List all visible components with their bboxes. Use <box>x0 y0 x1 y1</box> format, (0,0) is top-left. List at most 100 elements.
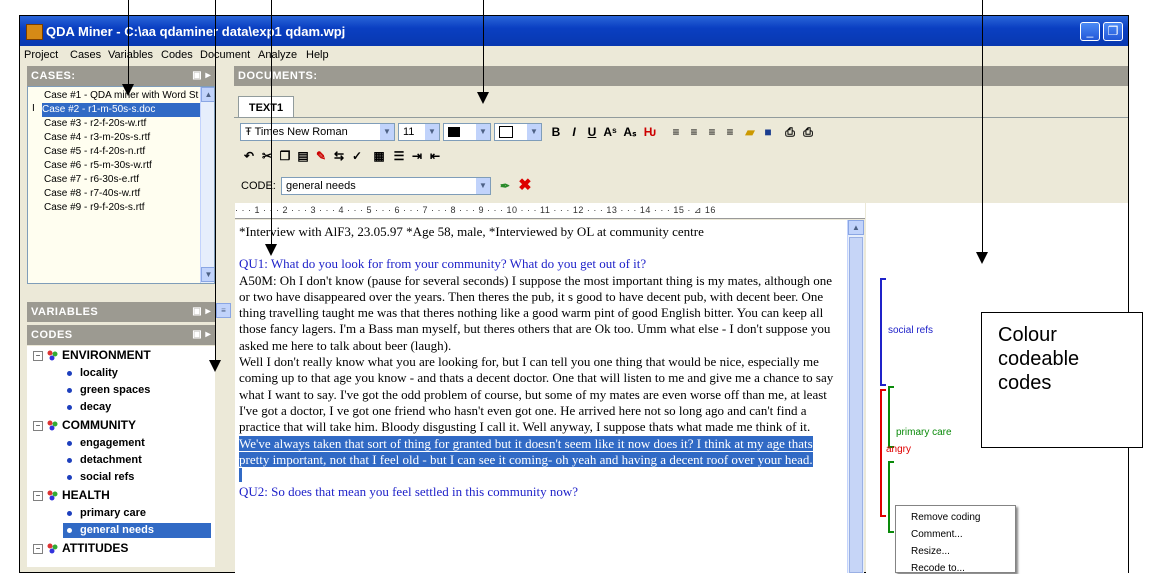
code-category-health[interactable]: − HEALTH <box>33 488 110 503</box>
category-icon <box>47 490 58 501</box>
menu-cases[interactable]: Cases <box>70 49 101 61</box>
italic-icon[interactable]: I <box>566 124 582 140</box>
tab-text1[interactable]: TEXT1 <box>238 96 294 118</box>
case-item[interactable]: Case #4 - r3-m-20s-s.rtf <box>44 131 150 145</box>
case-item[interactable]: Case #5 - r4-f-20s-n.rtf <box>44 145 145 159</box>
document-text[interactable]: *Interview with AlF3, 23.05.97 *Age 58, … <box>235 220 847 573</box>
menu-project[interactable]: Project <box>24 49 58 61</box>
font-name-combo[interactable]: Ŧ Times New Roman ▼ <box>240 123 395 141</box>
print-preview-icon[interactable]: ⎙ <box>800 124 816 140</box>
category-label: COMMUNITY <box>62 418 136 432</box>
align-center-icon[interactable]: ≡ <box>686 124 702 140</box>
align-right-icon[interactable]: ≡ <box>704 124 720 140</box>
table-icon[interactable]: ▦ <box>371 148 387 164</box>
format-painter-icon[interactable]: ✎ <box>313 148 329 164</box>
font-size-combo[interactable]: 11 ▼ <box>398 123 440 141</box>
code-item-primary-care[interactable]: primary care <box>67 506 146 521</box>
strikethrough-icon[interactable]: Ƕ <box>642 124 658 140</box>
font-icon: Ŧ <box>245 126 255 138</box>
back-color-combo[interactable]: ▼ <box>494 123 542 141</box>
case-item[interactable]: Case #7 - r6-30s-e.rtf <box>44 173 139 187</box>
code-item-locality[interactable]: locality <box>67 366 118 381</box>
case-item[interactable]: Case #8 - r7-40s-w.rtf <box>44 187 140 201</box>
menu-remove-coding[interactable]: Remove coding <box>911 512 980 523</box>
copy-icon[interactable]: ❐ <box>277 148 293 164</box>
minimize-button[interactable]: _ <box>1080 22 1100 41</box>
menu-analyze[interactable]: Analyze <box>258 49 297 61</box>
menu-variables[interactable]: Variables <box>108 49 153 61</box>
text-color-combo[interactable]: ▼ <box>443 123 491 141</box>
code-combo[interactable]: general needs ▼ <box>281 177 491 195</box>
remove-code-icon[interactable]: ✖ <box>517 178 533 194</box>
selected-text[interactable]: We've always taken that sort of thing fo… <box>239 435 813 467</box>
align-left-icon[interactable]: ≡ <box>668 124 684 140</box>
document-scrollbar[interactable]: ▲ <box>847 220 864 573</box>
collapse-icon[interactable]: − <box>33 490 43 501</box>
scroll-up-icon[interactable]: ▲ <box>848 220 864 235</box>
bullets-icon[interactable]: ☰ <box>391 148 407 164</box>
outdent-icon[interactable]: ⇤ <box>427 148 443 164</box>
collapse-icon[interactable]: − <box>33 543 43 554</box>
menu-help[interactable]: Help <box>306 49 329 61</box>
code-item-decay[interactable]: decay <box>67 400 111 415</box>
collapse-icon[interactable]: − <box>33 350 43 361</box>
underline-icon[interactable]: U <box>584 124 600 140</box>
scroll-down-icon[interactable]: ▼ <box>201 267 214 282</box>
paste-icon[interactable]: ▤ <box>295 148 311 164</box>
indent-icon[interactable]: ⇥ <box>409 148 425 164</box>
code-item-engagement[interactable]: engagement <box>67 436 145 451</box>
dropdown-arrow-icon[interactable]: ▼ <box>380 124 394 140</box>
scroll-up-icon[interactable]: ▲ <box>201 87 214 102</box>
code-item-general-needs-selected[interactable]: general needs <box>63 523 211 538</box>
menu-recode-to[interactable]: Recode to... <box>911 563 965 574</box>
dropdown-arrow-icon[interactable]: ▼ <box>527 124 541 140</box>
menu-resize[interactable]: Resize... <box>911 546 950 557</box>
case-item[interactable]: Case #3 - r2-f-20s-w.rtf <box>44 117 146 131</box>
replace-icon[interactable]: ⇆ <box>331 148 347 164</box>
cut-icon[interactable]: ✂ <box>259 148 275 164</box>
code-label: primary care <box>80 507 147 519</box>
general-needs-bracket[interactable] <box>888 461 894 533</box>
save-icon[interactable]: ■ <box>760 124 776 140</box>
menu-document[interactable]: Document <box>200 49 250 61</box>
collapse-icon[interactable]: − <box>33 420 43 431</box>
restore-button[interactable]: ❐ <box>1103 22 1123 41</box>
primary-care-bracket[interactable] <box>888 386 894 448</box>
code-category-community[interactable]: − COMMUNITY <box>33 418 136 433</box>
panel-menu-icon[interactable]: ▣ ▸ <box>192 66 211 86</box>
dropdown-arrow-icon[interactable]: ▼ <box>476 178 490 194</box>
menu-bar: Project Cases Variables Codes Document A… <box>20 46 1128 66</box>
subscript-icon[interactable]: Aₛ <box>622 124 638 140</box>
menu-comment[interactable]: Comment... <box>911 529 963 540</box>
code-category-attitudes[interactable]: − ATTITUDES <box>33 541 128 556</box>
code-item-green-spaces[interactable]: green spaces <box>67 383 150 398</box>
splitter-icon[interactable]: ≡ <box>216 303 231 318</box>
bold-icon[interactable]: B <box>548 124 564 140</box>
undo-icon[interactable]: ↶ <box>241 148 257 164</box>
tab-divider <box>234 117 1128 118</box>
code-item-social-refs[interactable]: social refs <box>67 470 134 485</box>
justify-icon[interactable]: ≡ <box>722 124 738 140</box>
codes-tree[interactable]: − ENVIRONMENT locality green spaces decay… <box>27 346 215 567</box>
code-category-environment[interactable]: − ENVIRONMENT <box>33 348 151 363</box>
cases-scrollbar[interactable]: ▲ ▼ <box>200 87 214 283</box>
code-item-detachment[interactable]: detachment <box>67 453 142 468</box>
scroll-thumb[interactable] <box>849 237 863 573</box>
dropdown-arrow-icon[interactable]: ▼ <box>476 124 490 140</box>
open-icon[interactable]: ▰ <box>742 124 758 140</box>
ruler[interactable]: · · · 1 · · · 2 · · · 3 · · · 4 · · · 5 … <box>235 203 865 219</box>
case-item-selected[interactable]: Case #2 - r1-m-50s-s.doc <box>42 103 202 117</box>
case-item[interactable]: Case #9 - r9-f-20s-s.rtf <box>44 201 145 215</box>
panel-menu-icon[interactable]: ▣ ▸ <box>192 325 211 345</box>
panel-menu-icon[interactable]: ▣ ▸ <box>192 302 211 322</box>
superscript-icon[interactable]: Aˢ <box>602 124 618 140</box>
apply-code-icon[interactable]: ✒ <box>497 178 513 194</box>
spellcheck-icon[interactable]: ✓ <box>349 148 365 164</box>
menu-codes[interactable]: Codes <box>161 49 193 61</box>
cases-list[interactable]: Case #1 - QDA miner with Word St Case #2… <box>27 86 215 284</box>
print-icon[interactable]: ⎙ <box>782 124 798 140</box>
social-refs-bracket[interactable] <box>880 278 886 386</box>
font-name-value: Times New Roman <box>254 126 348 138</box>
case-item[interactable]: Case #6 - r5-m-30s-w.rtf <box>44 159 152 173</box>
dropdown-arrow-icon[interactable]: ▼ <box>425 124 439 140</box>
